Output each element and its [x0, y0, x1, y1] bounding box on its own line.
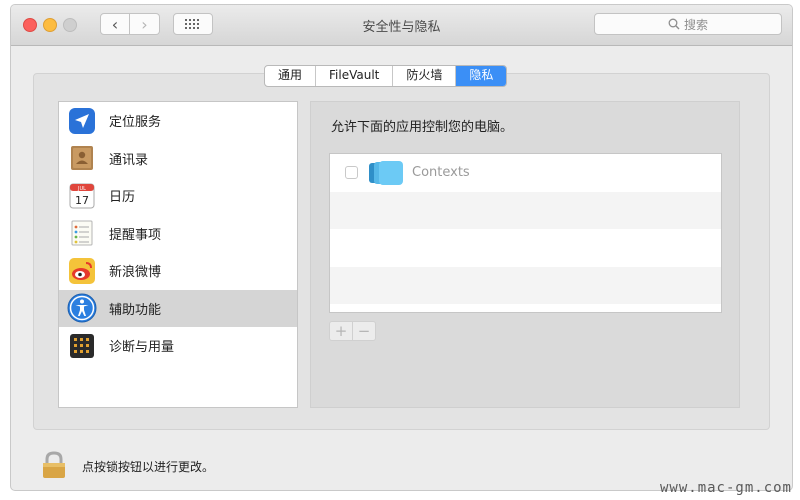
tab-bar: 通用 FileVault 防火墙 隐私 — [264, 65, 508, 87]
search-field[interactable]: 搜索 — [594, 13, 782, 35]
sidebar-item-accessibility[interactable]: 辅助功能 — [59, 289, 297, 327]
list-item-empty — [330, 266, 721, 304]
sidebar-item-location[interactable]: 定位服务 — [59, 102, 297, 140]
sidebar-item-label: 诊断与用量 — [109, 340, 175, 356]
tab-general[interactable]: 通用 — [265, 66, 317, 86]
search-placeholder: 搜索 — [683, 17, 708, 32]
title-bar: ‹ › 安全性与隐私 搜索 — [11, 5, 792, 46]
sidebar-item-label: 定位服务 — [109, 115, 162, 131]
app-name: Contexts — [412, 165, 470, 181]
weibo-icon — [67, 256, 97, 286]
lock-hint: 点按锁按钮以进行更改。 — [82, 460, 215, 474]
tab-privacy[interactable]: 隐私 — [456, 66, 507, 86]
calendar-icon: JUL 17 — [67, 181, 97, 211]
remove-app-button[interactable]: − — [352, 322, 375, 340]
sidebar-item-label: 新浪微博 — [109, 265, 162, 281]
sidebar-item-label: 日历 — [109, 190, 136, 206]
sidebar-item-weibo[interactable]: 新浪微博 — [59, 252, 297, 290]
panel-heading: 允许下面的应用控制您的电脑。 — [331, 120, 514, 135]
sidebar-item-label: 辅助功能 — [109, 302, 162, 318]
detail-panel: 允许下面的应用控制您的电脑。 Contexts + − — [310, 101, 740, 408]
sidebar-item-diagnostics[interactable]: 诊断与用量 — [59, 327, 297, 365]
location-arrow-icon — [67, 106, 97, 136]
accessibility-icon — [67, 293, 97, 323]
tab-filevault[interactable]: FileVault — [316, 66, 394, 86]
list-item-empty — [330, 191, 721, 229]
app-list: Contexts — [329, 153, 722, 313]
preferences-window: ‹ › 安全性与隐私 搜索 通用 FileVault 防火墙 隐私 定位服务 通… — [10, 4, 793, 491]
sidebar-item-label: 通讯录 — [109, 152, 149, 168]
lock-button[interactable] — [39, 450, 69, 480]
contexts-app-icon — [369, 160, 403, 185]
app-checkbox[interactable] — [345, 166, 358, 180]
privacy-category-list: 定位服务 通讯录 JUL 17 日历 提醒事项 新浪微博 辅助功能 诊断与用量 — [58, 101, 298, 408]
add-remove-buttons: + − — [329, 321, 376, 341]
tab-firewall[interactable]: 防火墙 — [393, 66, 457, 86]
contacts-book-icon — [67, 143, 97, 173]
search-icon — [668, 18, 680, 30]
sidebar-item-reminders[interactable]: 提醒事项 — [59, 215, 297, 253]
sidebar-item-label: 提醒事项 — [109, 227, 162, 243]
content-box: 定位服务 通讯录 JUL 17 日历 提醒事项 新浪微博 辅助功能 诊断与用量 … — [33, 73, 770, 430]
svg-text:JUL: JUL — [77, 186, 86, 192]
lock-icon — [43, 451, 65, 478]
svg-text:17: 17 — [75, 194, 89, 207]
list-item-empty — [330, 229, 721, 267]
reminders-icon — [67, 218, 97, 248]
watermark-text: www.mac-gm.com — [659, 480, 792, 496]
sidebar-item-contacts[interactable]: 通讯录 — [59, 140, 297, 178]
add-app-button[interactable]: + — [330, 322, 352, 340]
diagnostics-icon — [67, 331, 97, 361]
sidebar-item-calendar[interactable]: JUL 17 日历 — [59, 177, 297, 215]
list-item: Contexts — [330, 154, 721, 192]
